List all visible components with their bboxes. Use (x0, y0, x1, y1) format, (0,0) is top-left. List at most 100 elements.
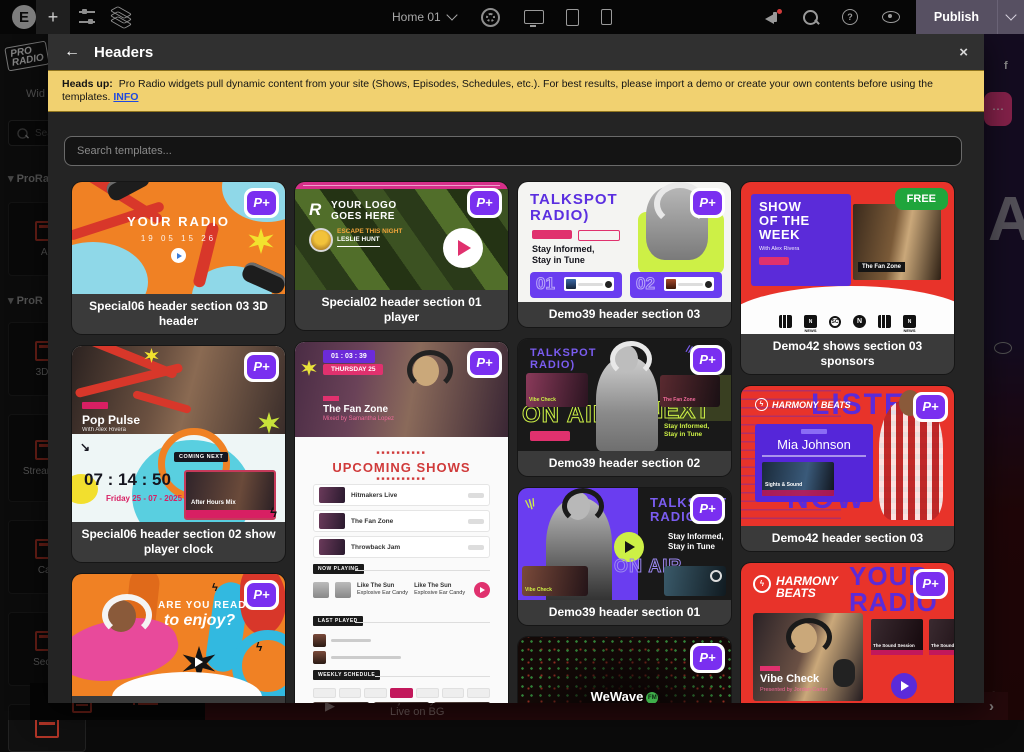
finder-search-icon[interactable] (803, 10, 818, 25)
gear-icon[interactable] (481, 8, 500, 27)
template-card-demo42-shows-03[interactable]: SHOW OF THE WEEK With Alex Rivera The Fa… (741, 182, 954, 374)
show-thumb: The Sound Session (871, 619, 923, 655)
back-icon[interactable]: ← (64, 43, 80, 61)
tagline: Stay Informed, Stay in Tune (664, 423, 709, 439)
template-search-input[interactable] (64, 136, 962, 166)
play-button-icon (171, 248, 186, 263)
template-card-special02-01[interactable]: R YOUR LOGO GOES HERE ESCAPE THIS NIGHT … (295, 182, 508, 330)
divider (355, 570, 490, 571)
show-title: Vibe Check (760, 673, 819, 685)
page-selector[interactable]: Home 01 (392, 0, 500, 34)
decor (186, 510, 274, 518)
show-thumb: Vibe Check (522, 566, 588, 596)
structure-button[interactable] (104, 0, 138, 34)
template-preview: R YOUR LOGO GOES HERE ESCAPE THIS NIGHT … (295, 182, 508, 290)
template-card-wewave[interactable]: WeWaveFM P+ (518, 637, 731, 703)
thumb (319, 513, 345, 529)
pro-plus-badge: P+ (690, 188, 725, 218)
close-icon[interactable]: × (959, 44, 968, 61)
mobile-icon[interactable] (601, 9, 612, 25)
desktop-icon[interactable] (524, 10, 544, 24)
template-caption: Special06 header section 01 (72, 696, 285, 703)
pro-plus-badge: P+ (467, 348, 502, 378)
template-caption: Demo42 shows section 03 sponsors (741, 334, 954, 374)
play-button-icon (443, 228, 483, 268)
brand-logo: ϟ HARMONY BEATS (753, 575, 838, 599)
heads-up-notice: Heads up:Pro Radio widgets pull dynamic … (48, 70, 984, 112)
arrow-icon: ↘ (80, 440, 90, 454)
template-preview: SHOW OF THE WEEK With Alex Rivera The Fa… (741, 182, 954, 334)
template-caption: Demo39 header section 03 (518, 302, 731, 327)
widget-icon (35, 718, 59, 738)
template-preview: TALKSPOT RADIO) /// /// ON AIR NEXT Vibe… (518, 339, 731, 451)
badge-decor (760, 666, 780, 671)
divider (375, 676, 490, 677)
template-card-demo39-02[interactable]: TALKSPOT RADIO) /// /// ON AIR NEXT Vibe… (518, 339, 731, 476)
site-settings-button[interactable] (70, 0, 104, 34)
template-card-special06-02[interactable]: Pop Pulse With Alex Rivera ↘ COMING NEXT… (72, 346, 285, 562)
button-decor (605, 281, 612, 288)
news-logo-icon: NNEWS (804, 315, 817, 328)
sliders-icon (79, 11, 95, 23)
template-card-demo42-header-03[interactable]: LISTEN NOW ϟ HARMONY BEATS Mia Johnson S… (741, 386, 954, 551)
thumb (434, 702, 490, 703)
fm-badge: FM (646, 692, 658, 703)
show-panel: SHOW OF THE WEEK With Alex Rivera (751, 194, 851, 286)
template-caption: Special02 header section 01 player (295, 290, 508, 330)
tablet-icon[interactable] (566, 9, 579, 26)
whats-new-icon[interactable] (765, 12, 779, 22)
list-item (313, 651, 490, 664)
clock-readout: 07 : 14 : 50 (84, 470, 171, 490)
tab-decor (416, 688, 439, 698)
free-badge: FREE (895, 188, 948, 210)
sc-circle-icon: SC (829, 316, 841, 328)
brand-text: HARMONY BEATS (776, 575, 838, 599)
publish-button[interactable]: Publish (916, 0, 998, 34)
preview-icon[interactable] (882, 11, 900, 23)
grid-column-2: R YOUR LOGO GOES HERE ESCAPE THIS NIGHT … (295, 182, 508, 703)
guest-name: Mia Johnson (762, 437, 866, 452)
show-host: Mixed by Samantha Lopez (323, 416, 394, 422)
template-card-special06-03[interactable]: YOUR RADIO 19 05 15 26 P+ Special06 head… (72, 182, 285, 334)
show-title: Pop Pulse (82, 414, 140, 427)
grid-column-4: SHOW OF THE WEEK With Alex Rivera The Fa… (741, 182, 954, 703)
show-title: The Fan Zone (323, 404, 388, 415)
logo-text: YOUR LOGO GOES HERE (331, 200, 397, 222)
template-card-demo39-03[interactable]: TALKSPOT RADIO) Stay Informed, Stay in T… (518, 182, 731, 327)
track-info: Like The SunExplosive Ear Candy (357, 583, 408, 597)
show-host: With Alex Rivera (82, 427, 140, 433)
template-card-demo39-01[interactable]: \|/ TALKSPOT RADIO) Stay Informed, Stay … (518, 488, 731, 625)
badge-decor (323, 396, 339, 401)
text-decor (762, 455, 866, 457)
info-link[interactable]: INFO (113, 91, 138, 103)
pro-plus-badge: P+ (467, 188, 502, 218)
publish-options-button[interactable] (998, 0, 1024, 34)
template-card-special06-01[interactable]: ARE YOU READY to enjoy? ϟ ϟ P+ Special06… (72, 574, 285, 703)
thumb (335, 582, 351, 598)
template-card-harmony-header[interactable]: YOUR RADIO ϟ HARMONY BEATS (741, 563, 954, 703)
last-played-list (313, 634, 490, 664)
template-caption: Demo39 header section 02 (518, 451, 731, 476)
button-decor (468, 493, 484, 498)
star-decor (301, 360, 317, 376)
topbar-tools: ? (765, 0, 900, 34)
headphones-decor (102, 594, 152, 636)
day-badge: THURSDAY 25 (323, 364, 383, 375)
template-caption: Special06 header section 02 show player … (72, 522, 285, 562)
button-decor (468, 545, 484, 550)
section-label: LAST PLAYED (313, 616, 363, 626)
layers-icon (113, 10, 129, 24)
add-element-button[interactable]: + (36, 0, 70, 34)
thumb (313, 702, 369, 703)
coming-next-label: COMING NEXT (174, 452, 228, 462)
elementor-logo-icon[interactable]: E (12, 5, 36, 29)
tab-decor (442, 688, 465, 698)
headphones-decor (786, 618, 832, 656)
template-grid: YOUR RADIO 19 05 15 26 P+ Special06 head… (64, 182, 968, 703)
help-icon[interactable]: ? (842, 9, 858, 25)
template-card-special01-full[interactable]: 01 : 03 : 39 THURSDAY 25 The Fan Zone Mi… (295, 342, 508, 703)
thumb (666, 279, 676, 289)
chevron-down-icon (1005, 9, 1016, 20)
list-item: Hitmakers Live (313, 484, 490, 506)
show-host: With Alex Rivera (759, 246, 843, 252)
